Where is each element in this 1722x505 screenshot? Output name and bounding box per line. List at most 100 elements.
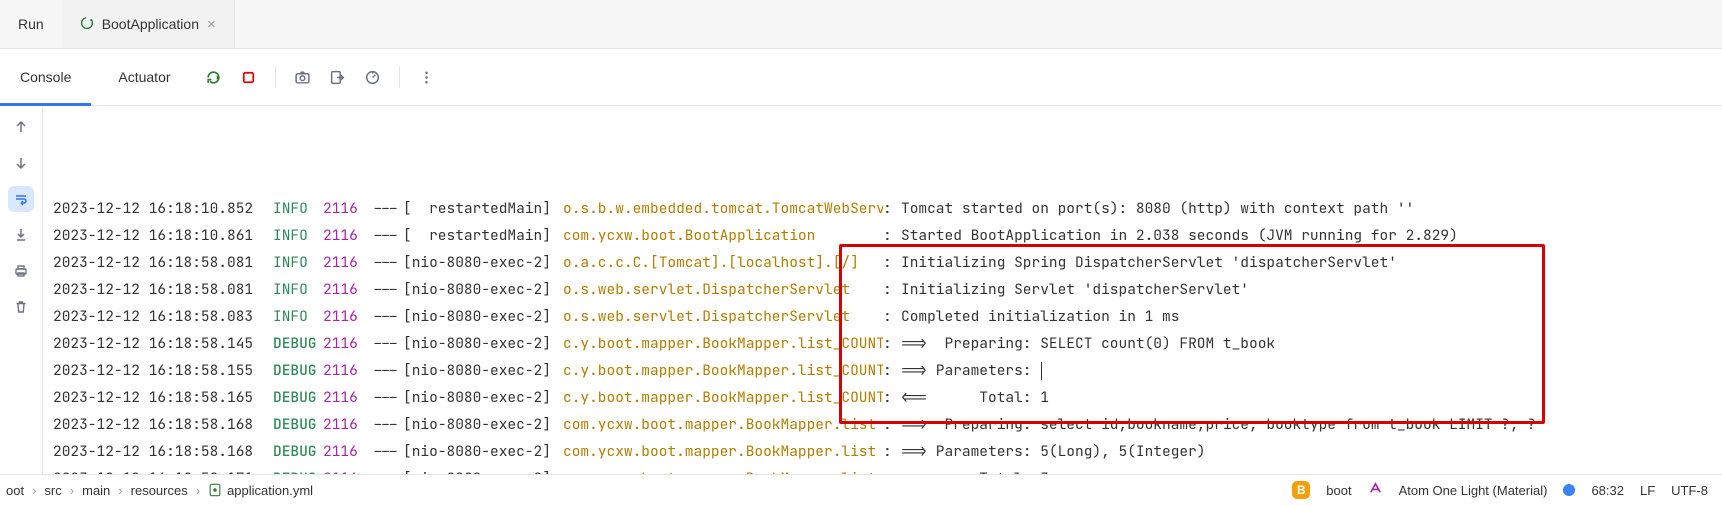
log-level: DEBUG	[273, 411, 323, 438]
screenshot-icon[interactable]	[294, 69, 311, 86]
log-gutter	[0, 106, 43, 477]
log-colon: :	[883, 276, 901, 303]
log-thread: [nio-8080-exec-2]	[403, 384, 563, 411]
log-thread: [nio-8080-exec-2]	[403, 411, 563, 438]
tab-actuator[interactable]: Actuator	[91, 49, 190, 105]
scroll-up-icon[interactable]	[8, 114, 34, 140]
log-sep: ---	[368, 384, 403, 411]
tab-actuator-label: Actuator	[118, 69, 170, 85]
status-dot-icon[interactable]	[1563, 484, 1575, 496]
log-logger: o.s.web.servlet.DispatcherServlet	[563, 276, 883, 303]
theme-icon	[1368, 481, 1383, 499]
crumb-main[interactable]: main	[82, 483, 110, 498]
trash-icon[interactable]	[8, 294, 34, 320]
log-row: 2023-12-12 16:18:58.155DEBUG2116---[nio-…	[53, 357, 1722, 384]
log-timestamp: 2023-12-12 16:18:58.168	[53, 411, 273, 438]
log-timestamp: 2023-12-12 16:18:10.861	[53, 222, 273, 249]
log-timestamp: 2023-12-12 16:18:58.145	[53, 330, 273, 357]
console-log[interactable]: 2023-12-12 16:18:10.852INFO 2116---[ res…	[43, 106, 1722, 477]
log-timestamp: 2023-12-12 16:18:10.852	[53, 195, 273, 222]
log-sep: ---	[368, 249, 403, 276]
crumb-src[interactable]: src	[44, 483, 61, 498]
profiler-icon[interactable]	[364, 69, 381, 86]
stop-icon[interactable]	[240, 69, 257, 86]
close-icon[interactable]: ×	[207, 17, 216, 32]
log-colon: :	[883, 411, 901, 438]
tab-run[interactable]: Run	[0, 0, 62, 48]
log-level: INFO	[273, 249, 323, 276]
log-sep: ---	[368, 303, 403, 330]
exit-icon[interactable]	[329, 69, 346, 86]
log-thread: [nio-8080-exec-2]	[403, 276, 563, 303]
log-message: ==> Parameters: 5(Long), 5(Integer)	[901, 438, 1722, 465]
log-pid: 2116	[323, 303, 368, 330]
log-sep: ---	[368, 276, 403, 303]
tab-boot-application[interactable]: BootApplication ×	[62, 0, 235, 48]
breadcrumb[interactable]: oot › src › main › resources › applicati…	[0, 483, 313, 498]
separator	[399, 66, 400, 88]
toolbar-actions	[191, 49, 445, 105]
yaml-file-icon	[208, 483, 222, 497]
scroll-to-end-icon[interactable]	[8, 222, 34, 248]
log-colon: :	[883, 195, 901, 222]
crumb-resources[interactable]: resources	[131, 483, 188, 498]
log-logger: c.y.boot.mapper.BookMapper.list_COUNT	[563, 384, 883, 411]
log-sep: ---	[368, 438, 403, 465]
log-logger: com.ycxw.boot.mapper.BookMapper.list	[563, 411, 883, 438]
module-name[interactable]: boot	[1326, 483, 1351, 498]
status-bar: oot › src › main › resources › applicati…	[0, 474, 1722, 505]
soft-wrap-icon[interactable]	[8, 186, 34, 212]
log-pid: 2116	[323, 195, 368, 222]
tab-boot-application-label: BootApplication	[102, 16, 199, 32]
log-row: 2023-12-12 16:18:58.081INFO 2116---[nio-…	[53, 249, 1722, 276]
log-row: 2023-12-12 16:18:58.165DEBUG2116---[nio-…	[53, 384, 1722, 411]
scroll-down-icon[interactable]	[8, 150, 34, 176]
chevron-right-icon: ›	[118, 483, 122, 498]
tab-console-label: Console	[20, 69, 71, 85]
log-level: DEBUG	[273, 357, 323, 384]
log-timestamp: 2023-12-12 16:18:58.155	[53, 357, 273, 384]
caret-position[interactable]: 68:32	[1591, 483, 1624, 498]
crumb-root[interactable]: oot	[6, 483, 24, 498]
log-row: 2023-12-12 16:18:58.081INFO 2116---[nio-…	[53, 276, 1722, 303]
crumb-file[interactable]: application.yml	[208, 483, 313, 498]
log-message: ==> Preparing: SELECT count(0) FROM t_bo…	[901, 330, 1722, 357]
module-badge[interactable]: B	[1292, 481, 1310, 499]
log-thread: [nio-8080-exec-2]	[403, 303, 563, 330]
log-level: DEBUG	[273, 438, 323, 465]
run-tool-tabs: Run BootApplication ×	[0, 0, 1722, 49]
rerun-icon[interactable]	[205, 69, 222, 86]
log-level: INFO	[273, 276, 323, 303]
chevron-right-icon: ›	[32, 483, 36, 498]
run-toolbar: Console Actuator	[0, 49, 1722, 106]
log-pid: 2116	[323, 384, 368, 411]
log-pid: 2116	[323, 357, 368, 384]
more-icon[interactable]	[418, 69, 435, 86]
log-level: INFO	[273, 195, 323, 222]
log-sep: ---	[368, 357, 403, 384]
log-row: 2023-12-12 16:18:10.861INFO 2116---[ res…	[53, 222, 1722, 249]
log-logger: com.ycxw.boot.BootApplication	[563, 222, 883, 249]
log-colon: :	[883, 357, 901, 384]
log-logger: o.s.b.w.embedded.tomcat.TomcatWebServer	[563, 195, 883, 222]
log-pid: 2116	[323, 276, 368, 303]
log-row: 2023-12-12 16:18:58.168DEBUG2116---[nio-…	[53, 438, 1722, 465]
line-separator[interactable]: LF	[1640, 483, 1655, 498]
log-logger: c.y.boot.mapper.BookMapper.list_COUNT	[563, 357, 883, 384]
theme-name[interactable]: Atom One Light (Material)	[1399, 483, 1548, 498]
log-timestamp: 2023-12-12 16:18:58.081	[53, 249, 273, 276]
chevron-right-icon: ›	[70, 483, 74, 498]
file-encoding[interactable]: UTF-8	[1671, 483, 1708, 498]
log-colon: :	[883, 330, 901, 357]
print-icon[interactable]	[8, 258, 34, 284]
log-message: Initializing Spring DispatcherServlet 'd…	[901, 249, 1722, 276]
log-colon: :	[883, 249, 901, 276]
tab-console[interactable]: Console	[0, 49, 91, 105]
log-thread: [ restartedMain]	[403, 222, 563, 249]
log-message: ==> Parameters:	[901, 357, 1722, 384]
log-pid: 2116	[323, 249, 368, 276]
log-thread: [nio-8080-exec-2]	[403, 357, 563, 384]
log-logger: o.a.c.c.C.[Tomcat].[localhost].[/]	[563, 249, 883, 276]
log-logger: c.y.boot.mapper.BookMapper.list_COUNT	[563, 330, 883, 357]
log-message: Initializing Servlet 'dispatcherServlet'	[901, 276, 1722, 303]
